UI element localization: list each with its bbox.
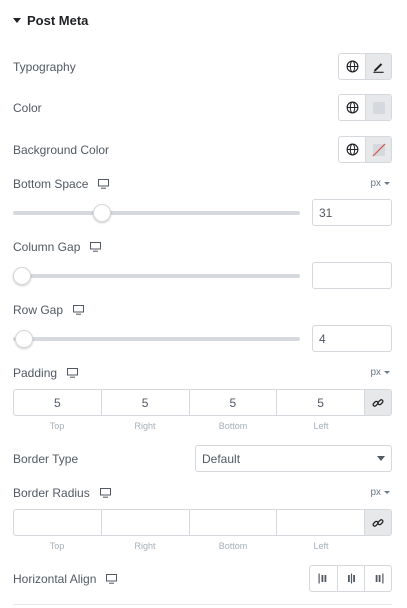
border-type-value: Default — [202, 451, 241, 466]
desktop-icon[interactable] — [106, 573, 118, 584]
row-gap-slider[interactable] — [13, 330, 300, 348]
slider-track — [13, 211, 300, 215]
column-gap-label: Column Gap — [13, 240, 81, 254]
side-label-left: Left — [313, 421, 329, 431]
bottom-space-header: Bottom Space — [13, 176, 392, 192]
section-header-post-meta[interactable]: Post Meta — [13, 11, 88, 29]
row-gap-header: Row Gap — [13, 302, 392, 318]
border-radius-dimensions — [13, 509, 392, 536]
desktop-icon[interactable] — [67, 368, 79, 378]
padding-unit: px — [370, 367, 381, 378]
globe-icon[interactable] — [339, 95, 365, 120]
color-label: Color — [13, 100, 42, 115]
padding-right-input[interactable]: 5 — [100, 390, 189, 415]
chevron-down-icon — [377, 456, 385, 461]
slider-track — [13, 274, 300, 278]
column-gap-slider[interactable] — [13, 267, 300, 285]
side-label-bottom: Bottom — [218, 541, 248, 551]
align-left-icon[interactable] — [310, 566, 337, 591]
chevron-down-icon — [384, 182, 390, 185]
padding-header: Padding — [13, 365, 392, 381]
color-buttons — [338, 94, 392, 121]
align-right-icon[interactable] — [364, 566, 391, 591]
globe-icon[interactable] — [339, 54, 365, 79]
align-center-icon[interactable] — [337, 566, 364, 591]
border-type-label: Border Type — [13, 451, 79, 466]
slider-handle[interactable] — [13, 267, 31, 285]
border-radius-header: Border Radius — [13, 485, 392, 501]
chevron-down-icon — [384, 491, 390, 494]
divider — [13, 604, 392, 605]
border-radius-bottom-input[interactable] — [188, 510, 277, 535]
color-control: Color — [13, 94, 392, 121]
desktop-icon[interactable] — [98, 179, 110, 189]
border-type-select[interactable]: Default — [195, 445, 392, 472]
no-color-icon — [372, 143, 385, 156]
background-color-control: Background Color — [13, 136, 392, 163]
border-radius-side-labels: Top Right Bottom Left — [13, 541, 365, 551]
typography-buttons — [338, 53, 392, 80]
padding-side-labels: Top Right Bottom Left — [13, 421, 365, 431]
pencil-icon[interactable] — [365, 54, 391, 79]
bottom-space-slider[interactable] — [13, 204, 300, 222]
side-label-right: Right — [134, 541, 156, 551]
section-title: Post Meta — [27, 12, 89, 28]
background-color-buttons — [338, 136, 392, 163]
border-radius-top-input[interactable] — [14, 510, 101, 535]
border-radius-unit: px — [370, 487, 381, 498]
background-color-label: Background Color — [13, 142, 110, 157]
link-icon[interactable] — [364, 510, 391, 535]
column-gap-header: Column Gap — [13, 239, 392, 255]
slider-track — [13, 337, 300, 341]
column-gap-input[interactable] — [312, 262, 392, 289]
side-label-bottom: Bottom — [218, 421, 248, 431]
border-radius-unit-select[interactable]: px — [370, 487, 390, 498]
desktop-icon[interactable] — [90, 242, 102, 252]
border-radius-left-input[interactable] — [276, 510, 364, 535]
bottom-space-unit: px — [370, 178, 381, 189]
padding-unit-select[interactable]: px — [370, 367, 390, 378]
desktop-icon[interactable] — [99, 488, 111, 498]
slider-handle[interactable] — [92, 204, 111, 222]
typography-label: Typography — [13, 59, 76, 74]
desktop-icon[interactable] — [73, 305, 85, 315]
horizontal-align-label: Horizontal Align — [13, 571, 97, 586]
horizontal-align-choices — [309, 565, 392, 592]
link-icon[interactable] — [364, 390, 391, 415]
padding-top-input[interactable]: 5 — [14, 390, 101, 415]
row-gap-label: Row Gap — [13, 303, 64, 317]
side-label-right: Right — [134, 421, 156, 431]
border-radius-label: Border Radius — [13, 486, 90, 500]
globe-icon[interactable] — [339, 137, 365, 162]
bottom-space-unit-select[interactable]: px — [370, 178, 390, 189]
bottom-space-input[interactable]: 31 — [312, 199, 392, 226]
row-gap-input[interactable]: 4 — [312, 325, 392, 352]
empty-color-swatch[interactable] — [365, 137, 391, 162]
padding-label: Padding — [13, 366, 58, 380]
color-swatch[interactable] — [365, 95, 391, 120]
side-label-left: Left — [313, 541, 329, 551]
padding-left-input[interactable]: 5 — [276, 390, 364, 415]
side-label-top: Top — [49, 421, 65, 431]
slider-handle[interactable] — [15, 330, 34, 348]
chevron-down-icon — [384, 371, 390, 374]
side-label-top: Top — [49, 541, 65, 551]
padding-dimensions: 5 5 5 5 — [13, 389, 392, 416]
caret-down-icon — [13, 17, 21, 23]
typography-control: Typography — [13, 53, 392, 80]
bottom-space-label: Bottom Space — [13, 177, 89, 191]
border-radius-right-input[interactable] — [100, 510, 189, 535]
padding-bottom-input[interactable]: 5 — [188, 390, 277, 415]
swatch-fill — [372, 101, 385, 114]
